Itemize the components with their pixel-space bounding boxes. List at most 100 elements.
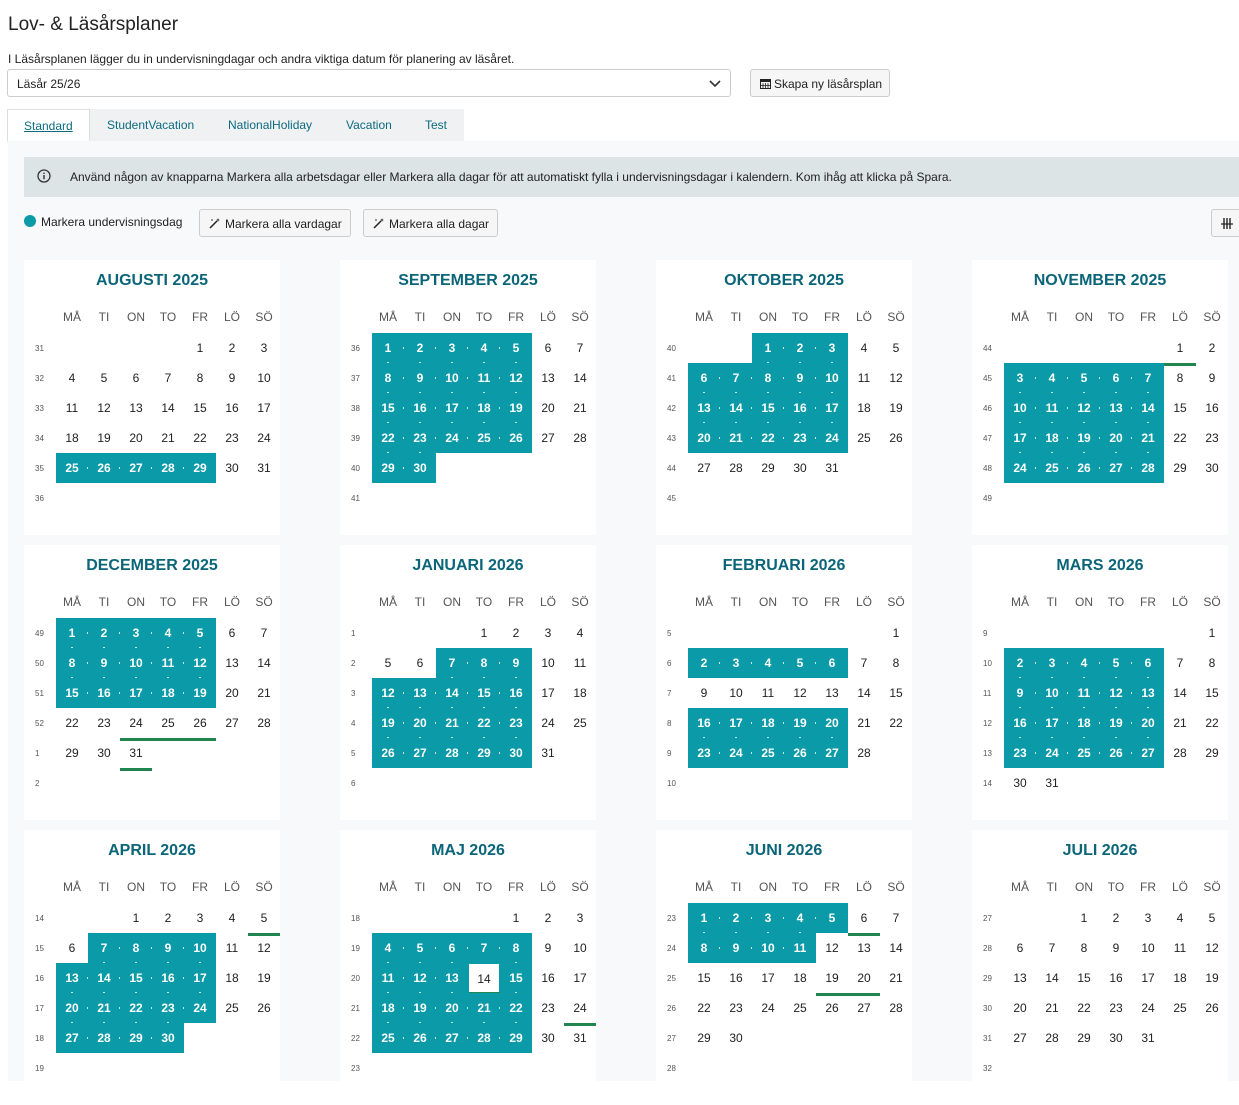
calendar-day[interactable]: 11	[784, 933, 816, 963]
calendar-day[interactable]: 3	[1036, 648, 1069, 679]
calendar-day[interactable]: 21	[564, 393, 596, 423]
calendar-day[interactable]: 31	[248, 453, 280, 483]
calendar-day[interactable]: 21	[248, 678, 280, 708]
calendar-day[interactable]: 31	[1036, 768, 1068, 798]
calendar-day[interactable]: 22	[1196, 708, 1228, 738]
calendar-day[interactable]: 14	[1132, 393, 1164, 424]
calendar-day[interactable]: 26	[500, 423, 532, 453]
calendar-day[interactable]: 17	[752, 963, 784, 993]
calendar-day[interactable]: 20	[1132, 708, 1164, 739]
calendar-day[interactable]: 18	[56, 423, 88, 453]
calendar-day[interactable]: 8	[752, 363, 785, 394]
calendar-day[interactable]: 31	[1132, 1023, 1164, 1053]
calendar-day[interactable]: 18	[752, 708, 785, 739]
calendar-day[interactable]: 27	[848, 993, 880, 1023]
calendar-day[interactable]: 11	[468, 363, 501, 394]
calendar-day[interactable]: 7	[152, 363, 184, 393]
calendar-day[interactable]: 17	[1036, 708, 1069, 739]
calendar-day[interactable]: 27	[56, 1023, 89, 1053]
calendar-day[interactable]: 21	[1164, 708, 1196, 738]
calendar-day[interactable]: 13	[532, 363, 564, 393]
calendar-day[interactable]: 27	[404, 738, 437, 768]
calendar-day[interactable]: 20	[120, 423, 152, 453]
calendar-day[interactable]: 31	[120, 738, 152, 771]
calendar-day[interactable]: 4	[848, 333, 880, 363]
calendar-day[interactable]: 22	[468, 708, 501, 739]
calendar-day[interactable]: 6	[532, 333, 564, 363]
calendar-day[interactable]: 7	[1164, 648, 1196, 678]
calendar-day[interactable]: 16	[1004, 708, 1037, 739]
calendar-day[interactable]: 25	[848, 423, 880, 453]
calendar-day[interactable]: 13	[688, 393, 721, 424]
calendar-day[interactable]: 1	[120, 903, 152, 933]
calendar-day[interactable]: 18	[152, 678, 185, 708]
calendar-day[interactable]: 14	[564, 363, 596, 393]
calendar-day[interactable]: 15	[184, 393, 216, 423]
calendar-day[interactable]: 2	[88, 618, 121, 649]
calendar-day[interactable]: 10	[564, 933, 596, 963]
calendar-day[interactable]: 27	[532, 423, 564, 453]
calendar-day[interactable]: 24	[532, 708, 564, 738]
calendar-day[interactable]: 22	[1068, 993, 1100, 1023]
calendar-day[interactable]: 10	[752, 933, 785, 963]
calendar-day[interactable]: 27	[688, 453, 720, 483]
calendar-day[interactable]: 29	[56, 738, 88, 768]
calendar-day[interactable]: 10	[184, 933, 216, 964]
calendar-day[interactable]: 5	[372, 648, 404, 678]
calendar-day[interactable]: 16	[720, 963, 752, 993]
calendar-day[interactable]: 29	[1196, 738, 1228, 768]
calendar-day[interactable]: 1	[184, 333, 216, 363]
calendar-day[interactable]: 24	[1004, 453, 1037, 483]
calendar-day[interactable]: 7	[248, 618, 280, 648]
calendar-day[interactable]: 25	[56, 453, 89, 483]
calendar-day[interactable]: 12	[184, 648, 216, 679]
calendar-day[interactable]: 18	[216, 963, 248, 993]
calendar-day[interactable]: 7	[880, 903, 912, 933]
calendar-day[interactable]: 4	[1036, 363, 1069, 394]
calendar-day[interactable]: 28	[720, 453, 752, 483]
calendar-day[interactable]: 11	[56, 393, 88, 423]
calendar-day[interactable]: 9	[152, 933, 185, 964]
calendar-day[interactable]: 16	[532, 963, 564, 993]
column-toggle-button[interactable]	[1211, 209, 1239, 237]
calendar-day[interactable]: 16	[88, 678, 121, 708]
calendar-day[interactable]: 4	[784, 903, 817, 934]
calendar-day[interactable]: 12	[784, 678, 816, 708]
calendar-day[interactable]: 11	[152, 648, 185, 679]
calendar-day[interactable]: 7	[468, 933, 501, 963]
calendar-day[interactable]: 22	[120, 993, 153, 1024]
calendar-day[interactable]: 8	[468, 648, 501, 679]
calendar-day[interactable]: 28	[1036, 1023, 1068, 1053]
calendar-day[interactable]: 14	[88, 963, 121, 994]
calendar-day[interactable]: 3	[1004, 363, 1037, 394]
calendar-day[interactable]: 11	[216, 933, 248, 963]
calendar-day[interactable]: 19	[500, 393, 532, 424]
calendar-day[interactable]: 29	[1068, 1023, 1100, 1053]
calendar-day[interactable]: 14	[848, 678, 880, 708]
calendar-day[interactable]: 21	[468, 993, 501, 1024]
calendar-day[interactable]: 30	[152, 1023, 184, 1053]
calendar-day[interactable]: 6	[816, 648, 848, 678]
calendar-day[interactable]: 15	[1164, 393, 1196, 423]
calendar-day[interactable]: 6	[848, 903, 880, 936]
calendar-day[interactable]: 20	[532, 393, 564, 423]
calendar-day[interactable]: 30	[88, 738, 120, 768]
calendar-day[interactable]: 25	[784, 993, 816, 1023]
calendar-day[interactable]: 15	[500, 963, 532, 994]
tab-vacation[interactable]: Vacation	[329, 109, 407, 141]
calendar-day[interactable]: 10	[248, 363, 280, 393]
calendar-day[interactable]: 24	[120, 708, 152, 741]
calendar-day[interactable]: 17	[1004, 423, 1037, 454]
calendar-day[interactable]: 21	[880, 963, 912, 993]
calendar-day[interactable]: 20	[1004, 993, 1036, 1023]
calendar-day[interactable]: 19	[404, 993, 437, 1024]
calendar-day[interactable]: 10	[1132, 933, 1164, 963]
calendar-day[interactable]: 4	[1068, 648, 1101, 679]
calendar-day[interactable]: 29	[468, 738, 501, 768]
calendar-day[interactable]: 20	[404, 708, 437, 739]
calendar-day[interactable]: 31	[816, 453, 848, 483]
calendar-day[interactable]: 31	[564, 1023, 596, 1053]
calendar-day[interactable]: 4	[1164, 903, 1196, 933]
calendar-day[interactable]: 5	[880, 333, 912, 363]
calendar-day[interactable]: 3	[720, 648, 753, 678]
